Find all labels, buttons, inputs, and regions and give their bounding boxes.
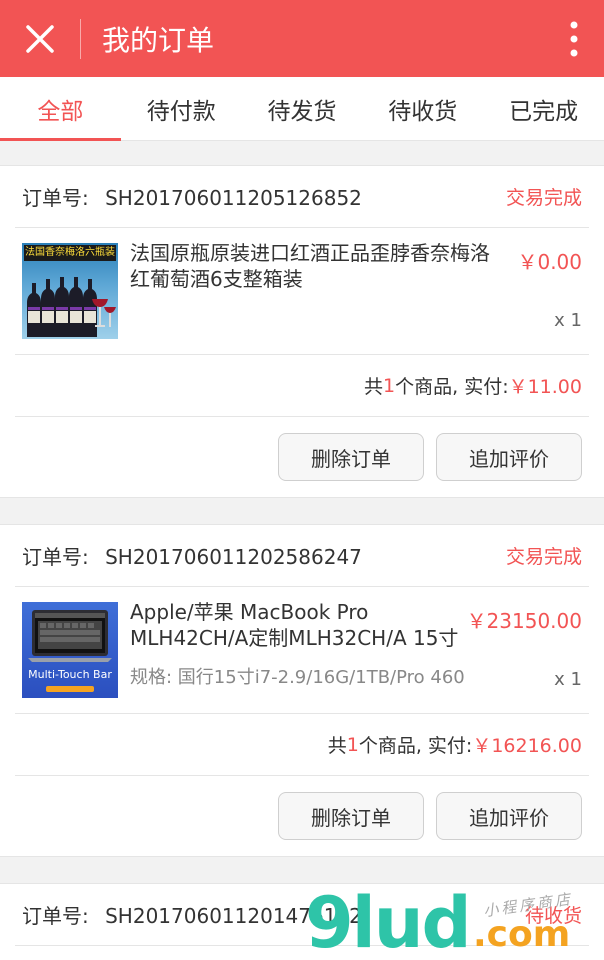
order-header: 订单号: SH201706011205126852 交易完成 xyxy=(15,166,589,228)
item-count: 1 xyxy=(383,374,396,397)
summary-middle: 个商品, 实付: xyxy=(358,735,473,757)
order-number-value: SH201706011202586247 xyxy=(105,545,362,569)
laptop-icon xyxy=(28,610,112,662)
product-spec: 规格: 国行15寸i7-2.9/16G/1TB/Pro 460 xyxy=(130,667,465,688)
tab-pending-receipt[interactable]: 待收货 xyxy=(362,77,483,140)
order-number-label: 订单号: xyxy=(22,186,89,210)
order-product[interactable]: 法国香奈梅洛六瓶装 法国原瓶原装进口红酒正品歪脖香奈梅洛红葡萄酒6支整箱装 ￥0… xyxy=(15,228,589,355)
page-title: 我的订单 xyxy=(102,23,215,57)
order-number-label: 订单号: xyxy=(22,904,89,928)
summary-prefix: 共 xyxy=(364,376,384,398)
order-product[interactable]: Multi-Touch Bar Apple/苹果 MacBook Pro MLH… xyxy=(15,587,589,714)
order-header: 订单号: SH201706011201476192 待收货 xyxy=(15,884,589,946)
product-name: 法国原瓶原装进口红酒正品歪脖香奈梅洛红葡萄酒6支整箱装 xyxy=(130,241,490,291)
order-status: 待收货 xyxy=(524,905,582,927)
product-quantity: x 1 xyxy=(554,669,582,690)
order-card: 订单号: SH201706011205126852 交易完成 法国香奈梅洛六瓶装 xyxy=(0,165,604,498)
more-vertical-icon xyxy=(570,21,578,56)
order-header: 订单号: SH201706011202586247 交易完成 xyxy=(15,525,589,587)
top-bar: 我的订单 xyxy=(0,0,604,77)
order-status: 交易完成 xyxy=(505,187,582,209)
item-count: 1 xyxy=(346,733,359,756)
delete-order-button[interactable]: 删除订单 xyxy=(278,792,424,840)
close-icon xyxy=(26,24,54,53)
title-divider xyxy=(80,18,81,59)
product-info: Apple/苹果 MacBook Pro MLH42CH/A定制MLH32CH/… xyxy=(130,599,582,713)
tab-all[interactable]: 全部 xyxy=(0,77,121,141)
order-number: 订单号: SH201706011202586247 xyxy=(22,541,362,570)
order-number-label: 订单号: xyxy=(22,545,89,569)
more-button[interactable] xyxy=(544,0,604,77)
order-card: 订单号: SH201706011202586247 交易完成 Multi-Tou… xyxy=(0,524,604,857)
tab-completed[interactable]: 已完成 xyxy=(483,77,604,140)
delete-order-button[interactable]: 删除订单 xyxy=(278,433,424,481)
order-number-value: SH201706011205126852 xyxy=(105,186,362,210)
product-info: 法国原瓶原装进口红酒正品歪脖香奈梅洛红葡萄酒6支整箱装 ￥0.00 x 1 xyxy=(130,240,582,354)
wine-bottles-icon xyxy=(27,277,116,337)
summary-middle: 个商品, 实付: xyxy=(395,376,509,398)
add-review-button[interactable]: 追加评价 xyxy=(436,433,582,481)
thumbnail-caption: Multi-Touch Bar xyxy=(28,668,112,681)
order-actions: 删除订单 追加评价 xyxy=(0,776,604,856)
tab-pending-shipment[interactable]: 待发货 xyxy=(242,77,363,140)
order-card: 订单号: SH201706011201476192 待收货 xyxy=(0,883,604,960)
tab-pending-payment[interactable]: 待付款 xyxy=(121,77,242,140)
order-number: 订单号: SH201706011205126852 xyxy=(22,182,362,211)
summary-prefix: 共 xyxy=(327,735,347,757)
close-button[interactable] xyxy=(0,0,80,77)
product-quantity: x 1 xyxy=(554,310,582,331)
amount-paid: ￥11.00 xyxy=(508,376,582,398)
order-summary: 共 1 个商品, 实付: ￥11.00 xyxy=(15,355,589,417)
product-name: Apple/苹果 MacBook Pro MLH42CH/A定制MLH32CH/… xyxy=(130,600,459,650)
product-price: ￥0.00 xyxy=(517,250,582,274)
add-review-button[interactable]: 追加评价 xyxy=(436,792,582,840)
product-price: ￥23150.00 xyxy=(466,609,582,633)
order-tabs: 全部 待付款 待发货 待收货 已完成 xyxy=(0,77,604,141)
product-thumbnail-macbook: Multi-Touch Bar xyxy=(22,602,118,698)
order-number-value: SH201706011201476192 xyxy=(105,904,362,928)
order-summary: 共 1 个商品, 实付: ￥16216.00 xyxy=(15,714,589,776)
thumbnail-badge xyxy=(46,686,94,692)
product-thumbnail-wine: 法国香奈梅洛六瓶装 xyxy=(22,243,118,339)
amount-paid: ￥16216.00 xyxy=(472,735,582,757)
order-actions: 删除订单 追加评价 xyxy=(0,417,604,497)
order-status: 交易完成 xyxy=(505,546,582,568)
order-number: 订单号: SH201706011201476192 xyxy=(22,900,362,929)
